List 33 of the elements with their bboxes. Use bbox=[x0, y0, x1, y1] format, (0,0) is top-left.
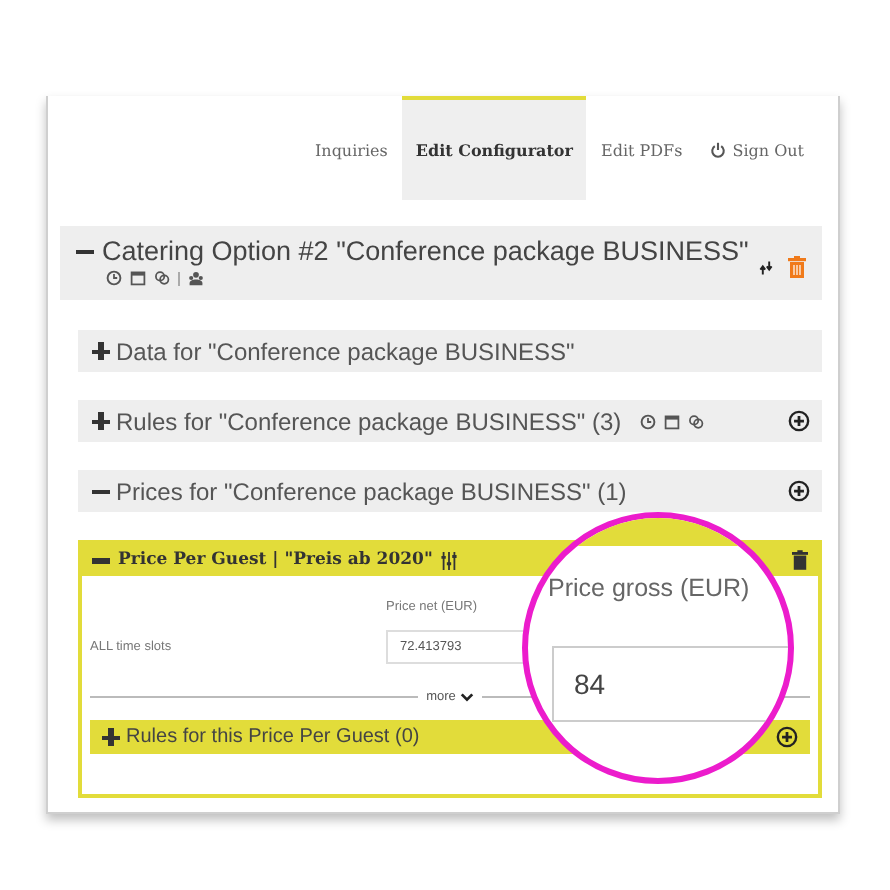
option-title: Catering Option #2 "Conference package BUSINESS" bbox=[102, 236, 749, 266]
sort-arrows-icon[interactable] bbox=[758, 259, 774, 275]
clock-icon[interactable] bbox=[639, 413, 656, 429]
add-icon[interactable] bbox=[788, 410, 810, 432]
rules-title: Rules for this Price Per Guest (0) bbox=[126, 726, 420, 748]
section-title: Data for "Conference package BUSINESS" bbox=[116, 337, 575, 365]
nav-tab[interactable]: Sign Out bbox=[696, 96, 818, 200]
price-title: Price Per Guest | "Preis ab 2020" bbox=[118, 550, 433, 570]
section-header[interactable]: Rules for "Conference package BUSINESS" (3) bbox=[78, 400, 822, 442]
sliders-icon[interactable] bbox=[440, 551, 459, 569]
section-header[interactable]: Prices for "Conference package BUSINESS" (1) bbox=[78, 470, 822, 512]
price-gross-label: Price gross (EUR) bbox=[548, 574, 750, 602]
section-title: Prices for "Conference package BUSINESS" (1) bbox=[116, 477, 627, 505]
expand-icon[interactable] bbox=[92, 412, 110, 430]
nav-tab[interactable]: Inquiries bbox=[301, 96, 402, 200]
caret-icon bbox=[459, 692, 474, 702]
section-title: Rules for "Conference package BUSINESS" (3) bbox=[116, 407, 622, 435]
trash-icon[interactable] bbox=[792, 550, 808, 570]
add-icon[interactable] bbox=[788, 480, 810, 502]
people-icon[interactable] bbox=[188, 270, 204, 286]
power-icon bbox=[710, 142, 727, 158]
calendar-icon[interactable] bbox=[663, 413, 680, 429]
nav-tab[interactable]: Edit PDFs bbox=[586, 96, 697, 200]
add-icon[interactable] bbox=[776, 726, 798, 748]
nav-tab[interactable]: Edit Configurator bbox=[401, 96, 587, 200]
section-header[interactable]: Data for "Conference package BUSINESS" bbox=[78, 330, 822, 372]
link-icon[interactable] bbox=[687, 413, 704, 429]
link-icon[interactable] bbox=[154, 270, 170, 286]
clock-icon[interactable] bbox=[106, 270, 122, 286]
calendar-icon[interactable] bbox=[130, 270, 146, 286]
expand-icon[interactable] bbox=[92, 342, 110, 360]
expand-icon[interactable] bbox=[102, 728, 120, 746]
price-gross-field[interactable]: 84 bbox=[552, 646, 788, 722]
